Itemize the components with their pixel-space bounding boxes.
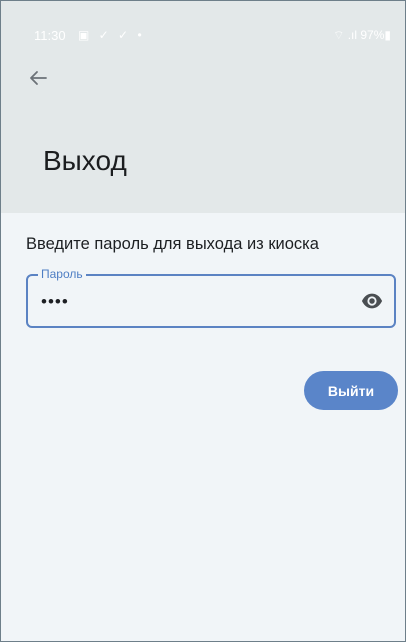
password-prompt: Введите пароль для выхода из киоска <box>26 235 319 253</box>
password-field-label: Пароль <box>38 266 86 282</box>
password-field[interactable]: Пароль •••• <box>26 266 396 328</box>
battery-status: ⌔ .ıl 97%▮ <box>333 28 391 42</box>
exit-button[interactable]: Выйти <box>304 371 398 410</box>
app-screen: 11:30 ▣ ✓ ✓ • ⌔ .ıl 97%▮ Выход Введите п… <box>0 0 406 642</box>
app-header: 11:30 ▣ ✓ ✓ • ⌔ .ıl 97%▮ Выход <box>1 1 405 213</box>
status-bar: 11:30 ▣ ✓ ✓ • ⌔ .ıl 97%▮ <box>1 1 405 71</box>
status-time: 11:30 <box>34 28 66 43</box>
password-input[interactable]: •••• <box>41 292 69 312</box>
main-content: Введите пароль для выхода из киоска Паро… <box>1 213 405 641</box>
back-arrow-icon[interactable] <box>27 67 49 89</box>
eye-icon[interactable] <box>361 291 383 311</box>
notification-icons: ▣ ✓ ✓ • <box>78 28 145 42</box>
page-title: Выход <box>43 145 127 176</box>
